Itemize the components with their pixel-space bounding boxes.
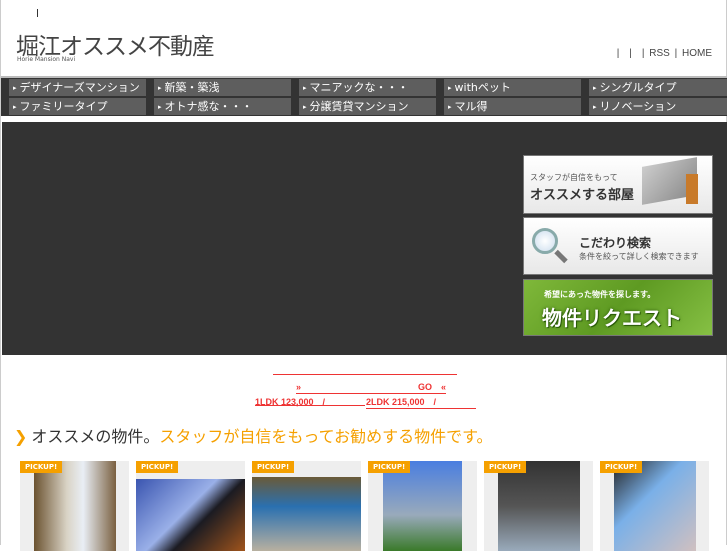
red-rule [273,374,457,375]
home-link[interactable]: | HOME [675,48,712,59]
chevron-right-icon: ❯ [14,427,28,446]
property-request-banner[interactable]: 希望にあった物件を探します。 物件リクエスト [523,279,713,336]
nav-condo-rental[interactable]: 分譲賃貸マンション [299,98,436,115]
link-separators: | | [616,48,642,59]
pickup-badge: PICKUP! [368,461,411,473]
top-links: | | | RSS | HOME [617,44,712,59]
nav-with-pet[interactable]: withペット [444,79,581,96]
banner-subtext: 条件を絞って詳しく検索できます [579,252,699,261]
section-subtitle: スタッフが自信をもってお勧めする物件です。 [159,427,493,446]
nav-maniac[interactable]: マニアックな・・・ [299,79,436,96]
pickup-badge: PICKUP! [20,461,63,473]
property-card[interactable]: PICKUP! [252,461,361,551]
rss-link[interactable]: | RSS [642,48,670,59]
banner-subtext: スタッフが自信をもって [530,173,618,182]
property-card[interactable]: PICKUP! [20,461,129,551]
pickup-badge: PICKUP! [484,461,527,473]
building-image [686,174,698,204]
magnifier-icon [532,228,558,254]
banner-title: 物件リクエスト [542,306,682,330]
nav-designers-mansion[interactable]: デザイナーズマンション [9,79,146,96]
section-heading: ❯ オススメの物件。スタッフが自信をもってお勧めする物件です。 [14,423,493,447]
magnifier-handle-icon [554,249,568,264]
property-photo [498,461,580,551]
search-go-link[interactable]: » GO « [296,380,447,394]
detailed-search-banner[interactable]: こだわり検索 条件を絞って詳しく検索できます [523,217,713,275]
divider [37,9,38,17]
property-card[interactable]: PICKUP! [136,461,245,551]
banner-subtext: 希望にあった物件を探します。 [544,290,656,299]
property-card[interactable]: PICKUP! [368,461,477,551]
property-photo [614,461,696,551]
property-photo [136,479,245,551]
section-title: オススメの物件。 [31,427,160,446]
property-photo [252,477,361,551]
property-photo [383,461,462,551]
nav-family-type[interactable]: ファミリータイプ [9,98,146,115]
banner-title: こだわり検索 [579,236,652,250]
nav-single-type[interactable]: シングルタイプ [589,79,727,96]
nav-new-build[interactable]: 新築・築浅 [154,79,291,96]
nav-renovation[interactable]: リノベーション [589,98,727,115]
banner-title: オススメする部屋 [530,188,635,203]
pickup-badge: PICKUP! [136,461,179,473]
pickup-badge: PICKUP! [252,461,295,473]
price-2ldk[interactable]: 2LDK 215,000 / [366,395,476,409]
nav-adult[interactable]: オトナ感な・・・ [154,98,291,115]
site-logo-subtitle: Horie Mansion Navi [17,56,76,63]
red-rule [255,405,365,406]
recommended-rooms-banner[interactable]: スタッフが自信をもって オススメする部屋 [523,155,713,214]
property-card[interactable]: PICKUP! [484,461,593,551]
pickup-badge: PICKUP! [600,461,643,473]
property-photo [34,461,116,551]
nav-bargain[interactable]: マル得 [444,98,581,115]
price-1ldk[interactable]: 1LDK 123,000 / [255,395,325,408]
property-card[interactable]: PICKUP! [600,461,709,551]
category-nav: デザイナーズマンション ファミリータイプ 新築・築浅 オトナ感な・・・ マニアッ… [1,76,727,116]
